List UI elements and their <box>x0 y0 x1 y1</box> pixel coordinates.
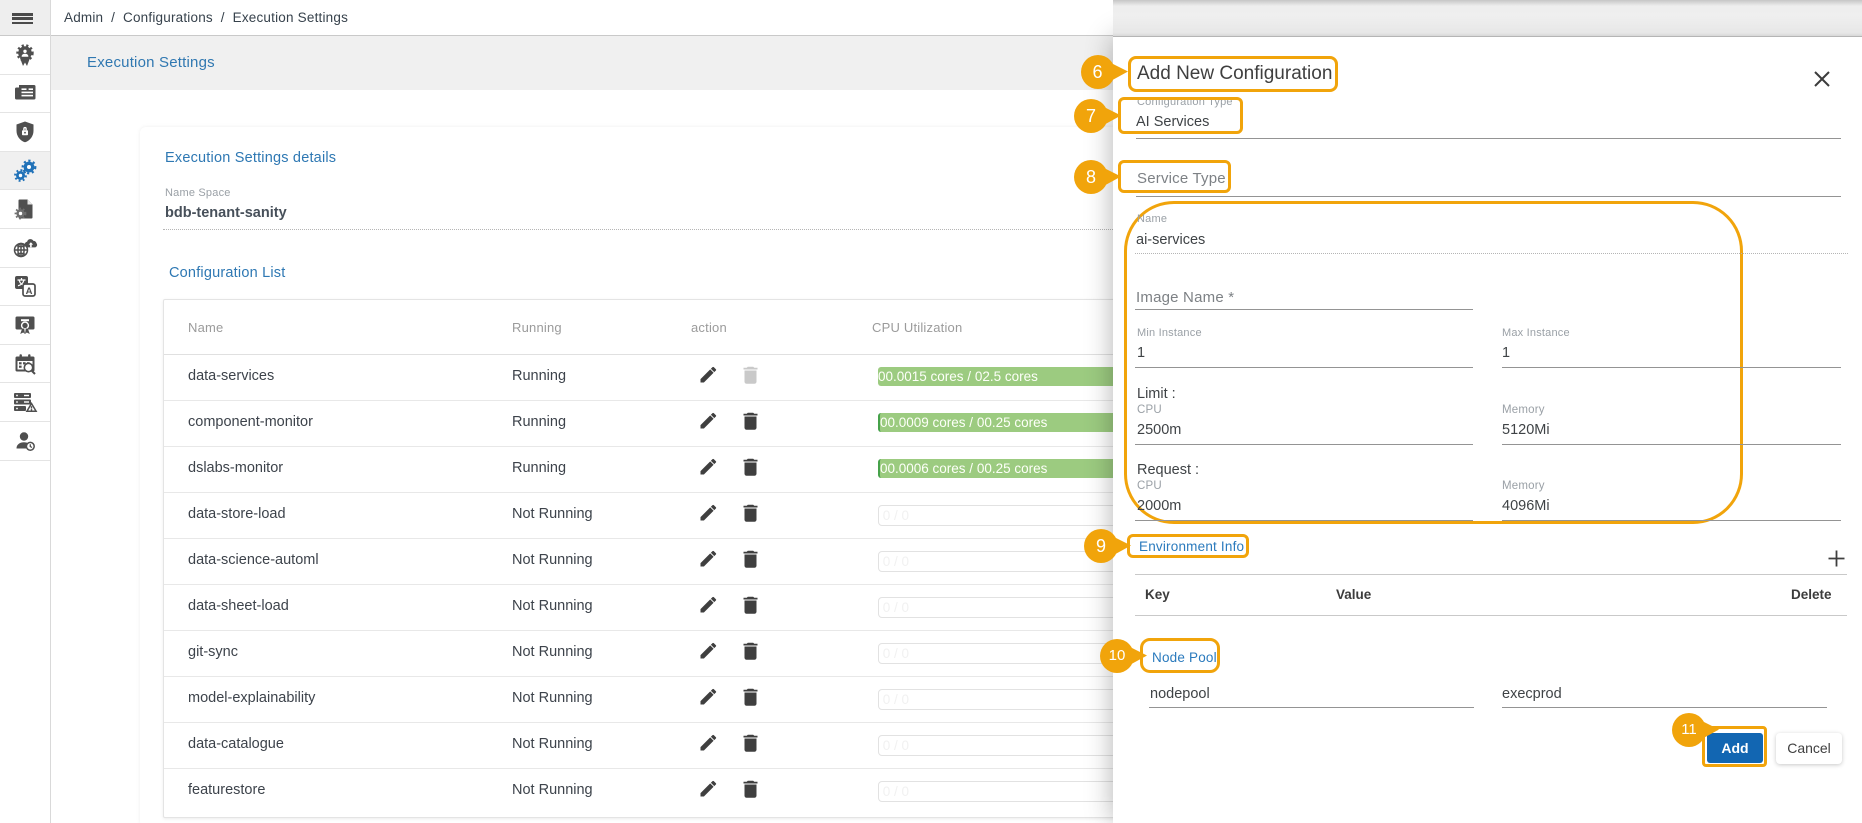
svg-text:A: A <box>26 286 33 297</box>
